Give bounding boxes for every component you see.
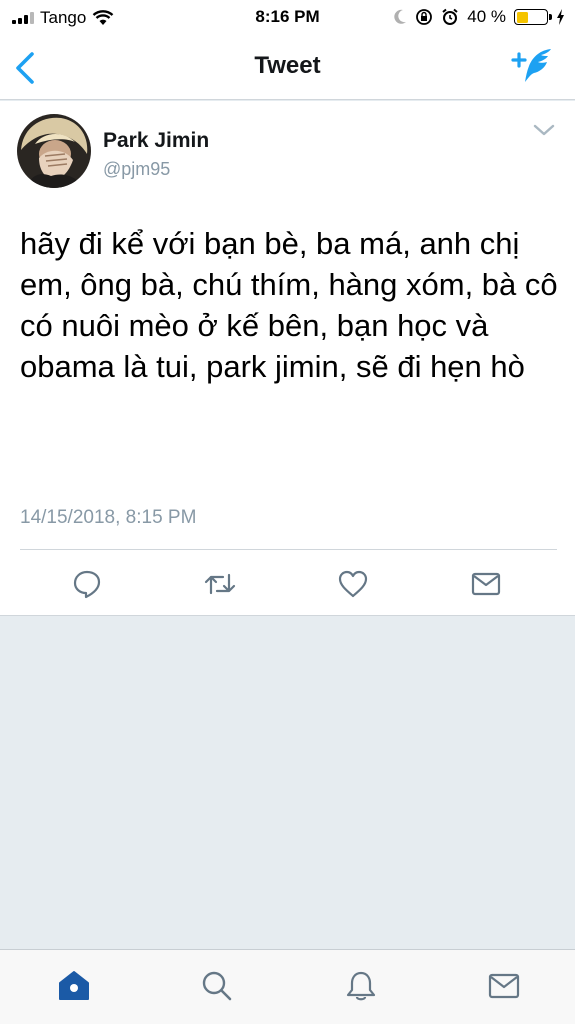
tab-home[interactable] [56,968,92,1004]
status-bar: Tango 8:16 PM 40 % [0,0,575,34]
messages-icon [488,973,520,999]
direct-message-button[interactable] [469,567,503,601]
retweet-icon [204,573,236,595]
tab-search[interactable] [199,968,235,1004]
tab-notifications[interactable] [343,968,379,1004]
alarm-icon [442,8,458,25]
home-icon [59,971,89,1000]
like-icon [338,570,368,598]
chevron-down-icon [533,124,555,136]
charging-bolt-icon [557,9,564,25]
avatar-image [17,114,91,188]
tweet-text: hãy đi kể với bạn bè, ba má, anh chị em,… [20,226,558,384]
compose-tweet-button[interactable] [511,46,555,86]
author-handle[interactable]: @pjm95 [103,159,170,180]
more-options-button[interactable] [533,123,555,137]
reply-icon [73,570,101,599]
tweet-timestamp: 14/15/2018, 8:15 PM [20,507,197,528]
like-button[interactable] [336,567,370,601]
divider [20,549,557,550]
search-icon [202,971,232,1001]
page-title: Tweet [254,52,321,79]
rotation-lock-icon [416,9,433,25]
tab-bar [0,949,575,1024]
moon-icon [394,9,407,24]
status-indicators: 40 % [393,7,565,27]
compose-tweet-icon [511,49,551,82]
battery-icon [514,9,552,25]
notifications-icon [346,971,376,1001]
retweet-button[interactable] [203,567,237,601]
tab-messages[interactable] [486,968,522,1004]
navigation-bar: Tweet [0,34,575,100]
tweet-detail: Park Jimin @pjm95 hãy đi kể với bạn bè, … [0,101,575,616]
direct-message-icon [471,572,501,596]
reply-button[interactable] [70,567,104,601]
avatar[interactable] [17,114,91,188]
battery-percent: 40 % [467,7,506,26]
author-name[interactable]: Park Jimin [103,129,209,153]
